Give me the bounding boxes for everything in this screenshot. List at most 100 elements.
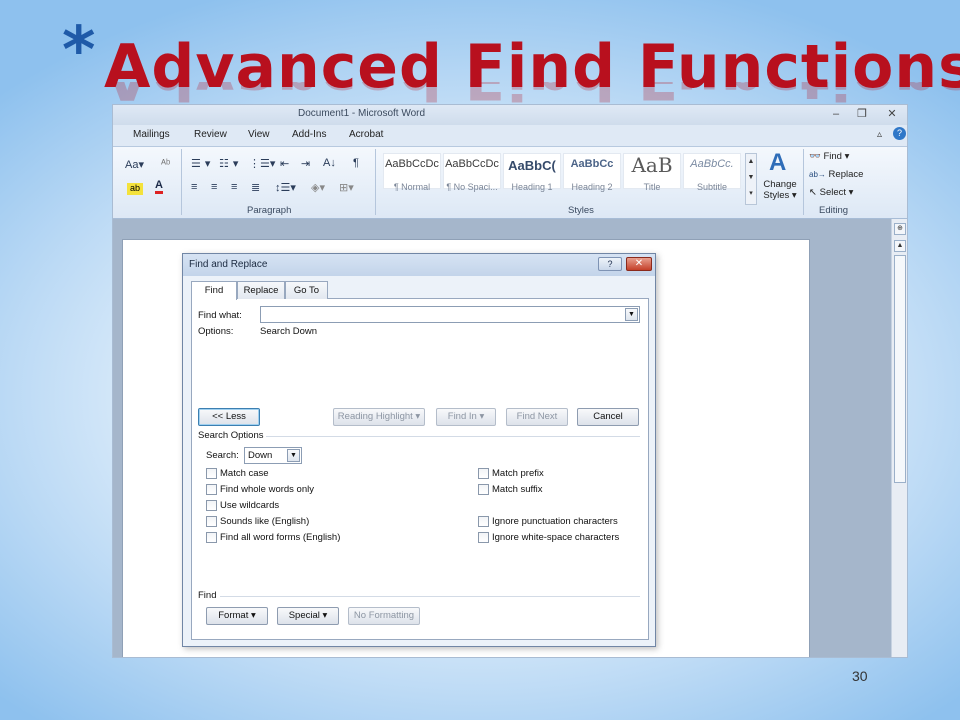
ignore-white-space-label: Ignore white-space characters	[492, 532, 620, 543]
group-separator	[803, 149, 804, 215]
use-wildcards-label: Use wildcards	[220, 500, 280, 511]
multilevel-list-icon[interactable]: ⋮☰▾	[249, 157, 275, 170]
ribbon-tab-bar	[113, 125, 907, 147]
style-name: ¶ No Spaci...	[446, 182, 498, 192]
editing-group-label: Editing	[819, 205, 849, 216]
replace-icon: ab→	[809, 170, 826, 179]
find-ribbon-label: Find ▾	[823, 151, 850, 162]
reading-highlight-button[interactable]: Reading Highlight ▾	[333, 408, 425, 426]
find-what-label: Find what:	[198, 310, 242, 321]
match-suffix-checkbox[interactable]	[478, 484, 489, 495]
search-options-divider	[266, 436, 640, 437]
word-titlebar	[113, 105, 907, 125]
ignore-punctuation-checkbox[interactable]	[478, 516, 489, 527]
style-sample: AaBbCcDc	[445, 158, 499, 170]
no-formatting-button[interactable]: No Formatting	[348, 607, 420, 625]
match-prefix-checkbox[interactable]	[478, 468, 489, 479]
find-all-word-forms-label: Find all word forms (English)	[220, 532, 341, 543]
close-window-icon[interactable]: ✕	[881, 106, 903, 123]
word-window-title: Document1 - Microsoft Word	[298, 108, 426, 119]
special-button[interactable]: Special ▾	[277, 607, 339, 625]
scroll-up-icon[interactable]: ▲	[894, 240, 906, 252]
ignore-white-space-checkbox[interactable]	[478, 532, 489, 543]
scroll-thumb[interactable]	[894, 255, 906, 483]
style-sample: AaBbCcDc	[385, 158, 439, 170]
bullets-icon[interactable]: ☰▾	[191, 157, 214, 170]
styles-group-label: Styles	[568, 205, 594, 216]
dialog-help-button[interactable]: ?	[598, 257, 622, 271]
style-name: ¶ Normal	[393, 182, 431, 192]
minimize-icon[interactable]: –	[825, 106, 847, 123]
find-section-label: Find	[198, 590, 217, 601]
cursor-icon: ↖	[809, 187, 817, 198]
justify-icon[interactable]: ≣	[251, 181, 260, 194]
styles-scroll-icon[interactable]: ▲ ▼ ▾	[745, 153, 757, 205]
group-separator	[375, 149, 376, 215]
view-ruler-icon[interactable]: ⊕	[894, 223, 906, 235]
change-styles-icon[interactable]: A	[769, 149, 786, 177]
find-history-dropdown-icon[interactable]: ▼	[625, 308, 638, 321]
format-button[interactable]: Format ▾	[206, 607, 268, 625]
style-sample: AaBbC(	[508, 158, 556, 173]
replace-ribbon-button[interactable]: ab→ Replace	[809, 169, 863, 180]
match-prefix-label: Match prefix	[492, 468, 544, 479]
tab-view[interactable]: View	[248, 129, 270, 140]
sounds-like-checkbox[interactable]	[206, 516, 217, 527]
paragraph-group-label: Paragraph	[247, 205, 292, 216]
line-spacing-icon[interactable]: ↕☰▾	[275, 181, 296, 194]
tab-add-ins[interactable]: Add-Ins	[292, 129, 326, 140]
minimize-ribbon-icon[interactable]: ▵	[877, 129, 882, 140]
find-all-word-forms-checkbox[interactable]	[206, 532, 217, 543]
group-separator	[181, 149, 182, 215]
ignore-punctuation-label: Ignore punctuation characters	[492, 516, 618, 527]
align-right-icon[interactable]: ≡	[231, 181, 237, 193]
find-in-button[interactable]: Find In ▾	[436, 408, 496, 426]
slide-title: Advanced Find Functions	[104, 32, 960, 102]
find-ribbon-button[interactable]: 👓 Find ▾	[809, 151, 849, 162]
numbering-icon[interactable]: ☷▾	[219, 157, 242, 170]
style-name: Subtitle	[696, 182, 728, 192]
tab-go-to[interactable]: Go To	[285, 281, 328, 299]
tab-acrobat[interactable]: Acrobat	[349, 129, 383, 140]
tab-find[interactable]: Find	[191, 281, 237, 300]
font-color-icon[interactable]: A	[155, 179, 163, 194]
find-what-input[interactable]	[260, 306, 640, 323]
style-sample: AaB	[631, 153, 673, 177]
options-label: Options:	[198, 326, 234, 337]
style-name: Title	[643, 182, 661, 192]
select-ribbon-label: Select ▾	[819, 187, 854, 198]
dialog-close-button[interactable]: ✕	[626, 257, 652, 271]
restore-icon[interactable]: ❐	[851, 106, 873, 123]
tab-mailings[interactable]: Mailings	[133, 129, 170, 140]
decrease-indent-icon[interactable]: ⇤	[280, 157, 289, 170]
cancel-button[interactable]: Cancel	[577, 408, 639, 426]
tab-replace[interactable]: Replace	[237, 281, 285, 299]
highlight-icon[interactable]: ab	[127, 183, 143, 195]
shading-icon[interactable]: ◈▾	[311, 181, 325, 194]
change-styles-line1: Change	[763, 179, 797, 190]
find-next-button[interactable]: Find Next	[506, 408, 568, 426]
clear-formatting-icon[interactable]: ᴬᵇ	[161, 158, 170, 170]
search-direction-dropdown-icon[interactable]: ▼	[287, 449, 300, 462]
style-name: Heading 1	[511, 182, 553, 192]
find-whole-words-checkbox[interactable]	[206, 484, 217, 495]
change-case-icon[interactable]: Aa▾	[125, 158, 144, 171]
align-center-icon[interactable]: ≡	[211, 181, 217, 193]
slide-page-number: 30	[852, 668, 868, 684]
sort-icon[interactable]: A↓	[323, 157, 336, 169]
borders-icon[interactable]: ⊞▾	[339, 181, 354, 194]
increase-indent-icon[interactable]: ⇥	[301, 157, 310, 170]
use-wildcards-checkbox[interactable]	[206, 500, 217, 511]
pilcrow-icon[interactable]: ¶	[353, 157, 359, 169]
tab-review[interactable]: Review	[194, 129, 227, 140]
change-styles-button[interactable]: Change Styles ▾	[761, 179, 799, 201]
less-button[interactable]: << Less	[198, 408, 260, 426]
options-value: Search Down	[260, 326, 318, 337]
replace-ribbon-label: Replace	[828, 169, 864, 180]
select-ribbon-button[interactable]: ↖ Select ▾	[809, 187, 853, 198]
help-icon[interactable]: ?	[893, 127, 906, 140]
align-left-icon[interactable]: ≡	[191, 181, 197, 193]
style-sample: AaBbCc.	[690, 158, 734, 170]
search-direction-value: Down	[248, 450, 273, 461]
match-case-checkbox[interactable]	[206, 468, 217, 479]
